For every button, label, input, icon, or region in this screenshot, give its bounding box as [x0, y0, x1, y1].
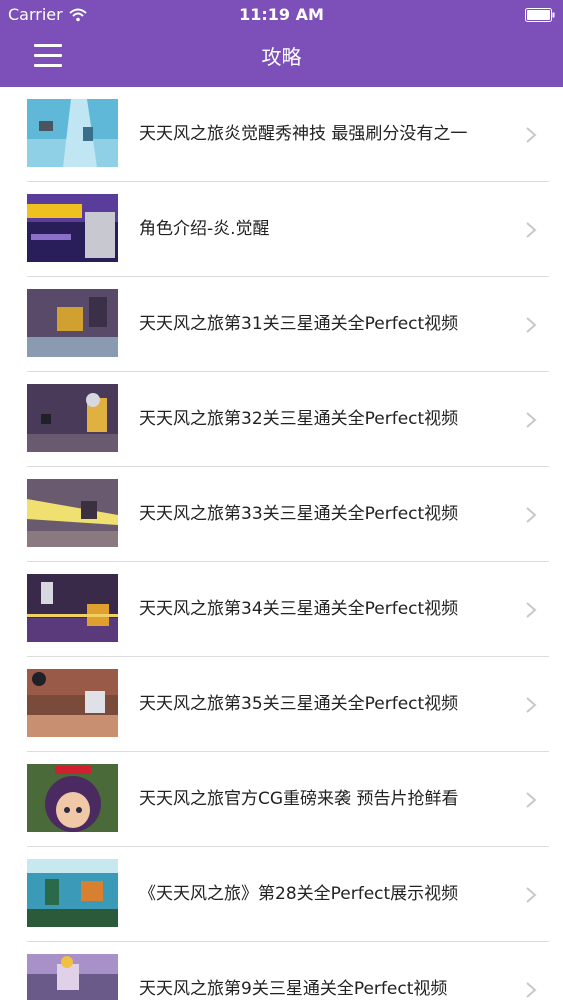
chevron-right-icon: [526, 507, 537, 523]
thumbnail-image: [27, 384, 118, 452]
list-item[interactable]: 天天风之旅第9关三星通关全Perfect视频: [0, 942, 563, 1000]
status-bar: Carrier 11:19 AM: [0, 0, 563, 30]
thumbnail-image: [27, 764, 118, 832]
list-item[interactable]: 天天风之旅第32关三星通关全Perfect视频: [0, 372, 563, 467]
list-item[interactable]: 天天风之旅第33关三星通关全Perfect视频: [0, 467, 563, 562]
header: Carrier 11:19 AM 攻略: [0, 0, 563, 87]
chevron-right-icon: [526, 127, 537, 143]
thumbnail-image: [27, 574, 118, 642]
list-item[interactable]: 天天风之旅第31关三星通关全Perfect视频: [0, 277, 563, 372]
list-item[interactable]: 天天风之旅官方CG重磅来袭 预告片抢鲜看: [0, 752, 563, 847]
nav-bar: 攻略: [0, 30, 563, 87]
page-title: 攻略: [261, 45, 302, 69]
item-title: 天天风之旅第31关三星通关全Perfect视频: [139, 314, 459, 334]
item-title: 天天风之旅炎觉醒秀神技 最强刷分没有之一: [139, 124, 468, 144]
list-item[interactable]: 角色介绍-炎.觉醒: [0, 182, 563, 277]
battery-icon: [525, 8, 555, 22]
list-item[interactable]: 天天风之旅第34关三星通关全Perfect视频: [0, 562, 563, 657]
thumbnail-image: [27, 194, 118, 262]
item-title: 天天风之旅第33关三星通关全Perfect视频: [139, 504, 459, 524]
clock: 11:19 AM: [239, 5, 324, 24]
chevron-right-icon: [526, 887, 537, 903]
item-title: 天天风之旅第35关三星通关全Perfect视频: [139, 694, 459, 714]
chevron-right-icon: [526, 602, 537, 618]
thumbnail-image: [27, 859, 118, 927]
chevron-right-icon: [526, 317, 537, 333]
thumbnail-image: [27, 99, 118, 167]
list-item[interactable]: 《天天风之旅》第28关全Perfect展示视频: [0, 847, 563, 942]
item-title: 天天风之旅官方CG重磅来袭 预告片抢鲜看: [139, 789, 459, 809]
chevron-right-icon: [526, 697, 537, 713]
chevron-right-icon: [526, 222, 537, 238]
chevron-right-icon: [526, 792, 537, 808]
article-list: 天天风之旅炎觉醒秀神技 最强刷分没有之一 角色介绍-炎.觉醒 天天风之旅第31关…: [0, 87, 563, 1000]
thumbnail-image: [27, 954, 118, 1000]
thumbnail-image: [27, 289, 118, 357]
item-title: 天天风之旅第34关三星通关全Perfect视频: [139, 599, 459, 619]
list-item[interactable]: 天天风之旅炎觉醒秀神技 最强刷分没有之一: [0, 87, 563, 182]
thumbnail-image: [27, 479, 118, 547]
chevron-right-icon: [526, 982, 537, 998]
chevron-right-icon: [526, 412, 537, 428]
item-title: 角色介绍-炎.觉醒: [139, 219, 270, 239]
thumbnail-image: [27, 669, 118, 737]
list-item[interactable]: 天天风之旅第35关三星通关全Perfect视频: [0, 657, 563, 752]
item-title: 天天风之旅第9关三星通关全Perfect视频: [139, 979, 448, 999]
item-title: 天天风之旅第32关三星通关全Perfect视频: [139, 409, 459, 429]
item-title: 《天天风之旅》第28关全Perfect展示视频: [139, 884, 459, 904]
